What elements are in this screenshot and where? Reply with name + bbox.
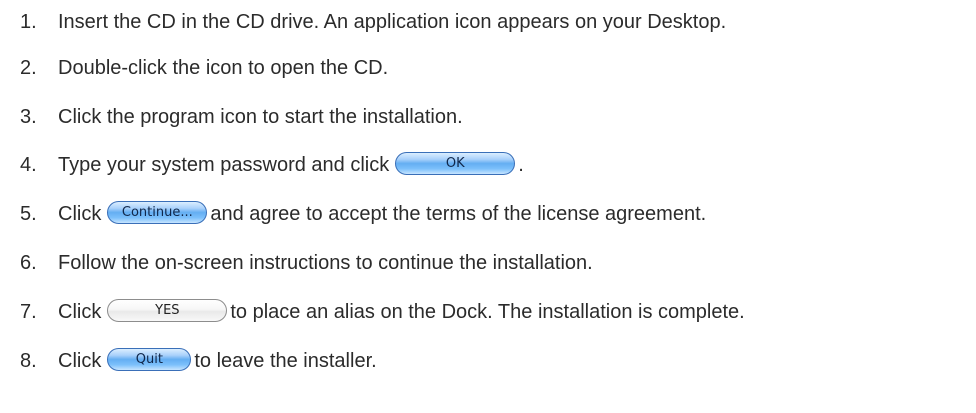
step-3: 3. Click the program icon to start the i… — [0, 97, 463, 137]
step-1: 1. Insert the CD in the CD drive. An app… — [0, 2, 726, 42]
continue-button[interactable]: Continue... — [107, 200, 208, 224]
ok-button[interactable]: OK — [395, 151, 516, 175]
step-text-before: Type your system password and click — [58, 153, 390, 176]
step-text-before: Click — [58, 202, 102, 225]
step-text-after: and agree to accept the terms of the lic… — [210, 202, 707, 225]
step-text-before: Click — [58, 349, 102, 372]
step-text: Click the program icon to start the inst… — [58, 105, 463, 128]
step-6: 6. Follow the on-screen instructions to … — [0, 243, 593, 283]
step-number: 7. — [20, 300, 37, 323]
step-number: 4. — [20, 153, 37, 176]
installation-steps-list: 1. Insert the CD in the CD drive. An app… — [0, 0, 976, 413]
step-text-after: to place an alias on the Dock. The insta… — [230, 300, 745, 323]
step-8: 8. Click Quit to leave the installer. — [0, 341, 377, 381]
step-number: 5. — [20, 202, 37, 225]
step-number: 6. — [20, 251, 37, 274]
step-text-after: to leave the installer. — [194, 349, 377, 372]
step-number: 3. — [20, 105, 37, 128]
step-5: 5. Click Continue... and agree to accept… — [0, 194, 706, 234]
step-number: 1. — [20, 10, 37, 33]
yes-button[interactable]: YES — [107, 298, 228, 322]
step-text: Insert the CD in the CD drive. An applic… — [58, 10, 727, 33]
step-number: 2. — [20, 56, 37, 79]
step-7: 7. Click YES to place an alias on the Do… — [0, 292, 745, 332]
step-text: Double-click the icon to open the CD. — [58, 56, 389, 79]
quit-button[interactable]: Quit — [107, 347, 192, 371]
step-4: 4. Type your system password and click O… — [0, 145, 524, 185]
step-2: 2. Double-click the icon to open the CD. — [0, 48, 388, 88]
step-number: 8. — [20, 349, 37, 372]
step-text: Follow the on-screen instructions to con… — [58, 251, 593, 274]
step-text-before: Click — [58, 300, 102, 323]
step-text-after: . — [518, 153, 524, 176]
